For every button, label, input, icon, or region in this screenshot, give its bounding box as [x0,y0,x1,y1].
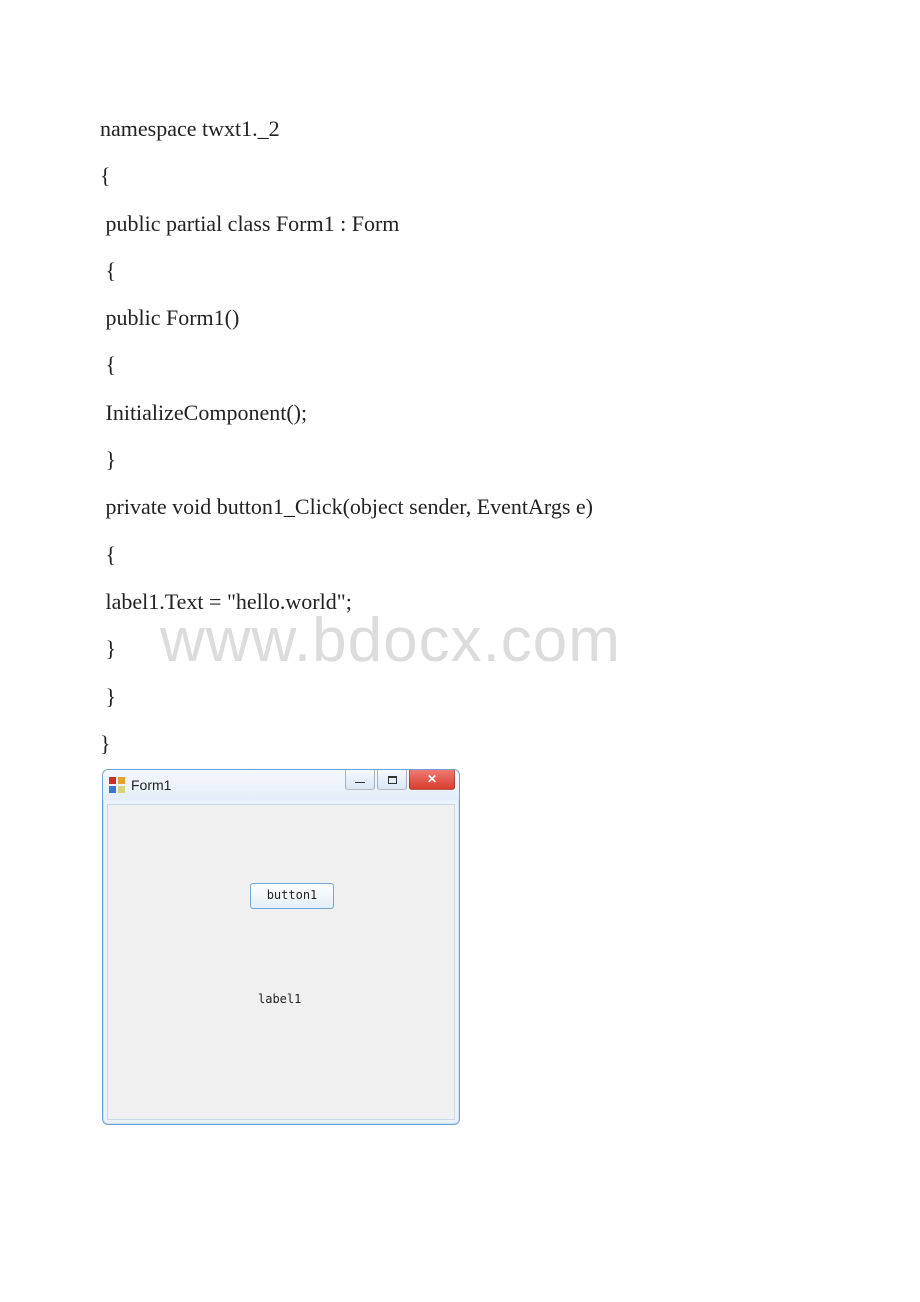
code-line: InitializeComponent(); [100,389,820,436]
code-line: { [100,152,820,199]
close-icon: ✕ [427,767,437,793]
code-line: namespace twxt1._2 [100,105,820,152]
form-window: Form1 ✕ button1 label1 [102,769,460,1125]
minimize-button[interactable] [345,770,375,790]
maximize-icon [388,776,397,784]
code-line: { [100,531,820,578]
minimize-icon [355,782,365,783]
app-icon [109,777,125,793]
code-line: public Form1() [100,294,820,341]
code-line: } [100,673,820,720]
label1: label1 [258,987,301,1013]
button1[interactable]: button1 [250,883,334,909]
window-title: Form1 [131,770,171,800]
title-bar[interactable]: Form1 ✕ [103,770,459,800]
code-line: } [100,625,820,672]
code-line: { [100,341,820,388]
code-line: } [100,436,820,483]
code-line: public partial class Form1 : Form [100,200,820,247]
code-line: private void button1_Click(object sender… [100,483,820,530]
maximize-button[interactable] [377,770,407,790]
code-line: } [100,720,820,767]
close-button[interactable]: ✕ [409,770,455,790]
code-line: { [100,247,820,294]
code-line: label1.Text = "hello.world"; [100,578,820,625]
form-client-area: button1 label1 [107,804,455,1120]
document-content: namespace twxt1._2 { public partial clas… [0,0,920,1125]
